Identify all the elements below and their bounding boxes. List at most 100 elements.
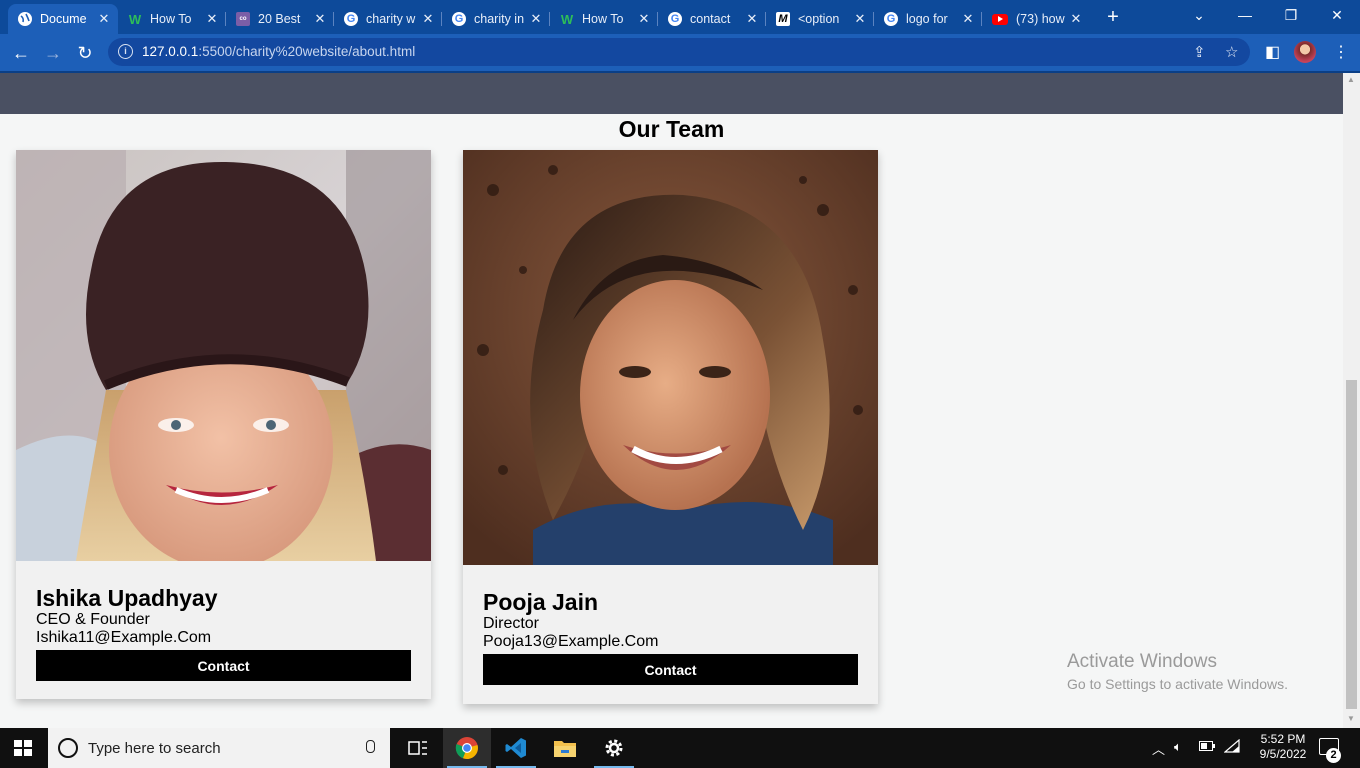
clock-date: 9/5/2022 (1259, 747, 1307, 761)
forward-button[interactable]: → (40, 40, 66, 66)
settings-gear-icon[interactable] (590, 728, 638, 768)
tab-title: <option (798, 12, 840, 26)
activate-windows-watermark: Activate Windows Go to Settings to activ… (1067, 651, 1288, 695)
tab-search-chevron-icon[interactable]: ⌄ (1176, 0, 1222, 34)
tab-title: logo for (906, 12, 948, 26)
close-tab-icon[interactable]: ✕ (204, 11, 220, 27)
tab-charity-in[interactable]: G charity in ✕ (442, 4, 550, 34)
restore-button[interactable]: ❐ (1268, 0, 1314, 34)
profile-avatar[interactable] (1294, 41, 1316, 63)
member-role: CEO & Founder (36, 611, 150, 628)
watermark-title: Activate Windows (1067, 651, 1217, 672)
new-tab-button[interactable]: + (1102, 6, 1124, 28)
coolors-icon: co (236, 12, 250, 26)
show-hidden-icons-chevron-icon[interactable]: ︿ (1152, 739, 1165, 758)
close-tab-icon[interactable]: ✕ (744, 11, 760, 27)
tab-how-to-1[interactable]: W How To ✕ (118, 4, 226, 34)
tab-contact[interactable]: G contact ✕ (658, 4, 766, 34)
tab-title: How To (150, 12, 192, 26)
windows-start-icon[interactable] (14, 740, 32, 756)
tab-title: Docume (40, 12, 87, 26)
url-text[interactable]: 127.0.0.1:5500/charity%20website/about.h… (142, 44, 415, 59)
taskbar-search-box[interactable]: Type here to search (48, 728, 390, 768)
close-tab-icon[interactable]: ✕ (420, 11, 436, 27)
tab-logo-for[interactable]: G logo for ✕ (874, 4, 982, 34)
watermark-subtitle: Go to Settings to activate Windows. (1067, 676, 1288, 692)
browser-toolbar: ← → ↻ i 127.0.0.1:5500/charity%20website… (0, 34, 1360, 71)
url-path: :5500/charity%20website/about.html (198, 44, 416, 59)
tab-charity-w[interactable]: G charity w ✕ (334, 4, 442, 34)
member-info: Pooja Jain Director Pooja13@Example.Com … (483, 589, 858, 685)
page-viewport: Our Team Ishika Upadhyay CEO & Founder I… (0, 73, 1343, 728)
member-role: Director (483, 615, 540, 632)
tab-option[interactable]: M <option ✕ (766, 4, 874, 34)
notification-count-badge: 2 (1326, 748, 1341, 763)
tab-documents[interactable]: Docume ✕ (8, 4, 118, 34)
tab-title: charity in (474, 12, 525, 26)
scrollbar-thumb[interactable] (1346, 380, 1357, 709)
scroll-down-arrow-icon[interactable]: ▼ (1347, 714, 1355, 723)
tab-youtube[interactable]: (73) how ✕ (982, 4, 1090, 34)
member-name: Pooja Jain (483, 589, 599, 615)
share-icon[interactable]: ⇪ (1193, 43, 1206, 61)
google-icon: G (668, 12, 682, 26)
team-card-pooja: Pooja Jain Director Pooja13@Example.Com … (463, 150, 878, 704)
reload-button[interactable]: ↻ (72, 40, 98, 66)
bookmark-star-icon[interactable]: ☆ (1225, 43, 1238, 61)
tab-20-best[interactable]: co 20 Best ✕ (226, 4, 334, 34)
team-card-ishika: Ishika Upadhyay CEO & Founder Ishika11@E… (16, 150, 431, 699)
scroll-up-arrow-icon[interactable]: ▲ (1347, 75, 1355, 84)
url-host: 127.0.0.1 (142, 44, 199, 59)
site-info-icon[interactable]: i (118, 44, 133, 59)
close-window-button[interactable]: ✕ (1314, 0, 1360, 34)
member-photo (16, 150, 431, 561)
wifi-icon[interactable] (1223, 738, 1240, 756)
google-icon: G (884, 12, 898, 26)
m-icon: M (776, 12, 790, 26)
globe-icon (18, 12, 32, 26)
w-icon: W (128, 11, 142, 27)
windows-taskbar: Type here to search ︿ 🔈︎ 5:52 PM 9/5/202… (0, 728, 1360, 768)
clock-time: 5:52 PM (1260, 732, 1306, 746)
back-button[interactable]: ← (8, 40, 34, 66)
more-menu-icon[interactable]: ⋮ (1333, 42, 1349, 62)
system-clock[interactable]: 5:52 PM 9/5/2022 (1246, 732, 1320, 762)
member-email: Pooja13@Example.Com (483, 633, 659, 650)
close-tab-icon[interactable]: ✕ (1068, 11, 1084, 27)
volume-icon[interactable]: 🔈︎ (1174, 739, 1182, 755)
page-scrollbar[interactable]: ▲ ▼ (1343, 73, 1360, 728)
tab-title: How To (582, 12, 624, 26)
tab-how-to-2[interactable]: W How To ✕ (550, 4, 658, 34)
member-photo (463, 150, 878, 565)
close-tab-icon[interactable]: ✕ (960, 11, 976, 27)
chrome-taskbar-icon[interactable] (443, 728, 491, 768)
side-panel-icon[interactable]: ◧ (1265, 42, 1280, 62)
minimize-button[interactable]: — (1222, 0, 1268, 34)
battery-icon[interactable] (1199, 739, 1215, 754)
member-email: Ishika11@Example.Com (36, 629, 212, 646)
tab-title: charity w (366, 12, 416, 26)
youtube-icon (992, 13, 1008, 25)
close-tab-icon[interactable]: ✕ (312, 11, 328, 27)
contact-button[interactable]: Contact (483, 654, 858, 685)
google-icon: G (452, 12, 466, 26)
member-name: Ishika Upadhyay (36, 585, 218, 611)
file-explorer-icon[interactable] (541, 728, 589, 768)
close-tab-icon[interactable]: ✕ (96, 11, 112, 27)
microphone-icon[interactable] (366, 740, 375, 753)
member-info: Ishika Upadhyay CEO & Founder Ishika11@E… (36, 585, 411, 681)
close-tab-icon[interactable]: ✕ (528, 11, 544, 27)
contact-button[interactable]: Contact (36, 650, 411, 681)
section-title: Our Team (618, 116, 725, 142)
site-navbar (0, 73, 1343, 114)
w-icon: W (560, 11, 574, 27)
browser-tab-strip: Docume ✕ W How To ✕ co 20 Best ✕ G chari… (0, 0, 1360, 34)
address-bar[interactable]: i 127.0.0.1:5500/charity%20website/about… (108, 38, 1250, 66)
vscode-taskbar-icon[interactable] (492, 728, 540, 768)
close-tab-icon[interactable]: ✕ (852, 11, 868, 27)
task-view-icon[interactable] (394, 728, 442, 768)
cortana-search-icon (58, 738, 78, 758)
close-tab-icon[interactable]: ✕ (636, 11, 652, 27)
search-placeholder: Type here to search (88, 740, 221, 757)
tab-title: 20 Best (258, 12, 301, 26)
